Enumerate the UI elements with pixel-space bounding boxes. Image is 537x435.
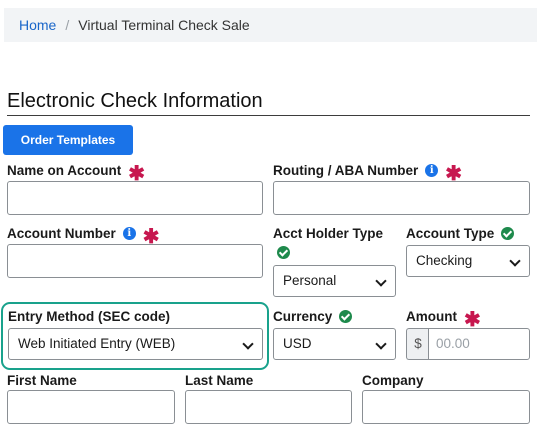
name-on-account-label-text: Name on Account [7, 163, 122, 178]
amount-label: Amount ✱ [406, 308, 481, 331]
breadcrumb-separator: / [65, 17, 70, 33]
amount-label-text: Amount [406, 309, 457, 324]
account-number-label-text: Account Number [7, 226, 116, 241]
amount-input[interactable]: 00.00 [428, 328, 530, 360]
required-asterisk-icon: ✱ [464, 308, 481, 331]
currency-label: Currency [273, 308, 353, 325]
last-name-input[interactable] [185, 390, 352, 424]
section-title: Electronic Check Information [7, 88, 530, 116]
chevron-down-icon [509, 255, 521, 267]
last-name-label-text: Last Name [185, 373, 254, 388]
first-name-label-text: First Name [7, 373, 77, 388]
chevron-down-icon [242, 338, 254, 350]
account-number-input[interactable] [7, 244, 263, 278]
acct-holder-type-value: Personal [283, 273, 337, 288]
account-type-select[interactable]: Checking [406, 245, 530, 277]
routing-number-label: Routing / ABA Number i ✱ [273, 162, 463, 185]
breadcrumb-current: Virtual Terminal Check Sale [78, 17, 250, 33]
account-type-label: Account Type [406, 225, 515, 242]
chevron-down-icon [375, 338, 387, 350]
account-number-label: Account Number i ✱ [7, 225, 160, 248]
company-input[interactable] [362, 390, 530, 424]
acct-holder-type-label-text: Acct Holder Type [273, 226, 384, 241]
breadcrumb: Home / Virtual Terminal Check Sale [4, 8, 537, 42]
routing-number-label-text: Routing / ABA Number [273, 163, 419, 178]
name-on-account-label: Name on Account ✱ [7, 162, 146, 185]
currency-prefix: $ [406, 328, 429, 360]
acct-holder-type-label: Acct Holder Type [273, 225, 383, 242]
info-icon[interactable]: i [122, 227, 136, 240]
valid-check-icon [277, 246, 290, 259]
company-label: Company [362, 372, 424, 389]
valid-check-icon [339, 310, 353, 323]
entry-method-label-text: Entry Method (SEC code) [8, 309, 171, 324]
required-asterisk-icon: ✱ [142, 225, 160, 248]
company-label-text: Company [362, 373, 424, 388]
valid-check-icon [501, 227, 515, 240]
first-name-input[interactable] [7, 390, 175, 424]
acct-holder-type-select[interactable]: Personal [273, 265, 396, 297]
currency-select[interactable]: USD [273, 328, 396, 360]
chevron-down-icon [375, 275, 387, 287]
name-on-account-input[interactable] [7, 181, 263, 215]
required-asterisk-icon: ✱ [128, 162, 146, 185]
order-templates-button[interactable]: Order Templates [3, 125, 133, 155]
info-icon[interactable]: i [425, 164, 439, 177]
account-type-label-text: Account Type [406, 226, 495, 241]
entry-method-select[interactable]: Web Initiated Entry (WEB) [8, 328, 263, 360]
entry-method-label: Entry Method (SEC code) [8, 308, 170, 325]
entry-method-value: Web Initiated Entry (WEB) [18, 336, 176, 351]
currency-value: USD [283, 336, 312, 351]
breadcrumb-home-link[interactable]: Home [19, 17, 56, 33]
last-name-label: Last Name [185, 372, 253, 389]
currency-label-text: Currency [273, 309, 333, 324]
first-name-label: First Name [7, 372, 77, 389]
required-asterisk-icon: ✱ [445, 162, 463, 185]
routing-number-input[interactable] [273, 181, 530, 215]
account-type-value: Checking [416, 253, 473, 268]
